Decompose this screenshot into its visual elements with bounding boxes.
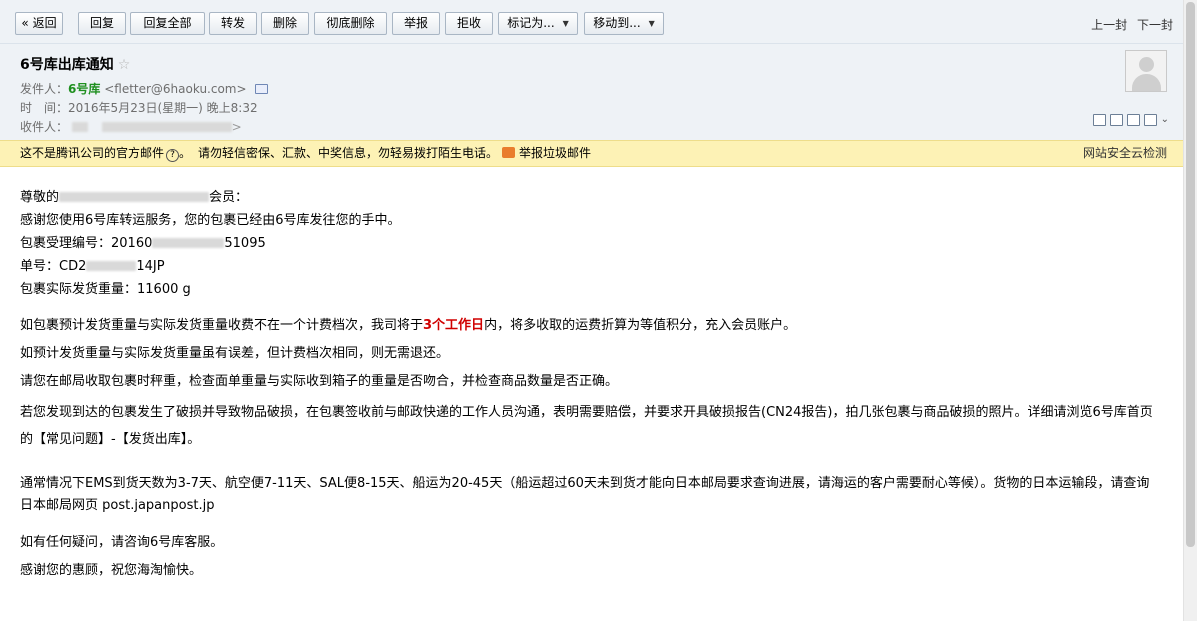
sender-address: <fletter@6haoku.com> bbox=[104, 82, 247, 96]
scrollbar-thumb[interactable] bbox=[1186, 2, 1195, 547]
toolbar: « 返回 回复 回复全部 转发 删除 彻底删除 举报 拒收 标记为... ▼ 移动… bbox=[0, 0, 1183, 44]
recipient-redacted bbox=[101, 122, 232, 132]
security-warning-bar: 这不是腾讯公司的官方邮件?。 请勿轻信密保、汇款、中奖信息，勿轻易拨打陌生电话。… bbox=[0, 140, 1183, 167]
triangle-down-icon: ▼ bbox=[562, 19, 569, 28]
reply-all-button[interactable]: 回复全部 bbox=[130, 12, 205, 35]
not-official-notice: 这不是腾讯公司的官方邮件?。 bbox=[20, 146, 192, 162]
vertical-scrollbar[interactable] bbox=[1183, 0, 1197, 621]
from-label: 发件人： bbox=[20, 82, 69, 96]
tracking-line: 单号：CD2 14JP bbox=[20, 259, 165, 274]
header-tools: ⌄ bbox=[1092, 114, 1169, 126]
move-to-dropdown[interactable]: 移动到... ▼ bbox=[584, 12, 664, 35]
refund-paragraph: 如包裹预计发货重量与实际发货重量收费不在一个计费档次，我司将于3个工作日内，将多… bbox=[20, 318, 797, 333]
weight-line: 包裹实际发货重量：11600 g bbox=[20, 282, 191, 297]
security-check-link[interactable]: 网站安全云检测 bbox=[1083, 141, 1167, 166]
forward-button[interactable]: 转发 bbox=[209, 12, 257, 35]
to-label: 收件人： bbox=[20, 120, 69, 134]
reject-button[interactable]: 拒收 bbox=[445, 12, 493, 35]
save-icon[interactable] bbox=[1126, 114, 1140, 126]
time-value: 2016年5月23日(星期一) 晚上8:32 bbox=[68, 101, 258, 115]
mail-subject: 6号库出库通知 ☆ bbox=[20, 54, 130, 74]
report-button[interactable]: 举报 bbox=[392, 12, 440, 35]
star-icon[interactable]: ☆ bbox=[118, 57, 131, 73]
sender-avatar[interactable] bbox=[1125, 50, 1167, 92]
mark-as-label: 标记为... bbox=[507, 16, 555, 30]
prev-mail-link[interactable]: 上一封 bbox=[1091, 18, 1127, 32]
check-weight-paragraph: 请您在邮局收取包裹时秤重，检查面单重量与实际收到箱子的重量是否吻合，并检查商品数… bbox=[20, 374, 619, 389]
back-button[interactable]: « 返回 bbox=[15, 12, 63, 35]
recipient-redacted bbox=[71, 122, 88, 132]
package-id-redacted bbox=[152, 238, 225, 248]
closing-paragraph: 感谢您的惠顾，祝您海淘愉快。 bbox=[20, 563, 203, 578]
address-card-icon[interactable] bbox=[254, 84, 268, 94]
delivery-time-paragraph: 通常情况下EMS到货天数为3-7天、航空便7-11天、SAL便8-15天、船运为… bbox=[20, 476, 1150, 513]
time-row: 时 间：2016年5月23日(星期一) 晚上8:32 bbox=[20, 99, 258, 116]
greeting: 尊敬的 会员： bbox=[20, 190, 249, 205]
contact-paragraph: 如有任何疑问，请咨询6号库客服。 bbox=[20, 535, 224, 550]
thanks-line: 感谢您使用6号库转运服务，您的包裹已经由6号库发往您的手中。 bbox=[20, 213, 401, 228]
reply-button[interactable]: 回复 bbox=[78, 12, 126, 35]
package-id-line: 包裹受理编号：20160 51095 bbox=[20, 236, 266, 251]
no-refund-paragraph: 如预计发货重量与实际发货重量虽有误差，但计费档次相同，则无需退还。 bbox=[20, 346, 450, 361]
chevron-down-icon[interactable]: ⌄ bbox=[1161, 114, 1169, 126]
mark-as-dropdown[interactable]: 标记为... ▼ bbox=[498, 12, 578, 35]
delete-button[interactable]: 删除 bbox=[261, 12, 309, 35]
mail-header: 6号库出库通知 ☆ 发件人：6号库 <fletter@6haoku.com> 时 … bbox=[0, 44, 1183, 140]
sender-row: 发件人：6号库 <fletter@6haoku.com> bbox=[20, 80, 268, 97]
time-label: 时 间： bbox=[20, 101, 69, 115]
recipient-row: 收件人： > bbox=[20, 120, 242, 134]
move-to-label: 移动到... bbox=[593, 16, 641, 30]
subject-text: 6号库出库通知 bbox=[20, 57, 114, 73]
report-spam-link[interactable]: 举报垃圾邮件 bbox=[502, 141, 591, 166]
expand-icon[interactable] bbox=[1109, 114, 1123, 126]
report-icon bbox=[502, 147, 515, 158]
next-mail-link[interactable]: 下一封 bbox=[1137, 18, 1173, 32]
member-name-redacted bbox=[59, 192, 210, 202]
help-icon[interactable]: ? bbox=[166, 149, 180, 162]
sender-name[interactable]: 6号库 bbox=[68, 82, 100, 96]
mail-navigation: 上一封 下一封 bbox=[1085, 16, 1173, 33]
triangle-down-icon: ▼ bbox=[648, 19, 655, 28]
new-window-icon[interactable] bbox=[1092, 114, 1106, 126]
delete-forever-button[interactable]: 彻底删除 bbox=[314, 12, 387, 35]
tracking-redacted bbox=[86, 261, 137, 271]
print-icon[interactable] bbox=[1143, 114, 1157, 126]
damage-paragraph: 若您发现到达的包裹发生了破损并导致物品破损，在包裹签收前与邮政快递的工作人员沟通… bbox=[20, 405, 1153, 447]
caution-text: 请勿轻信密保、汇款、中奖信息，勿轻易拨打陌生电话。 bbox=[198, 146, 499, 160]
